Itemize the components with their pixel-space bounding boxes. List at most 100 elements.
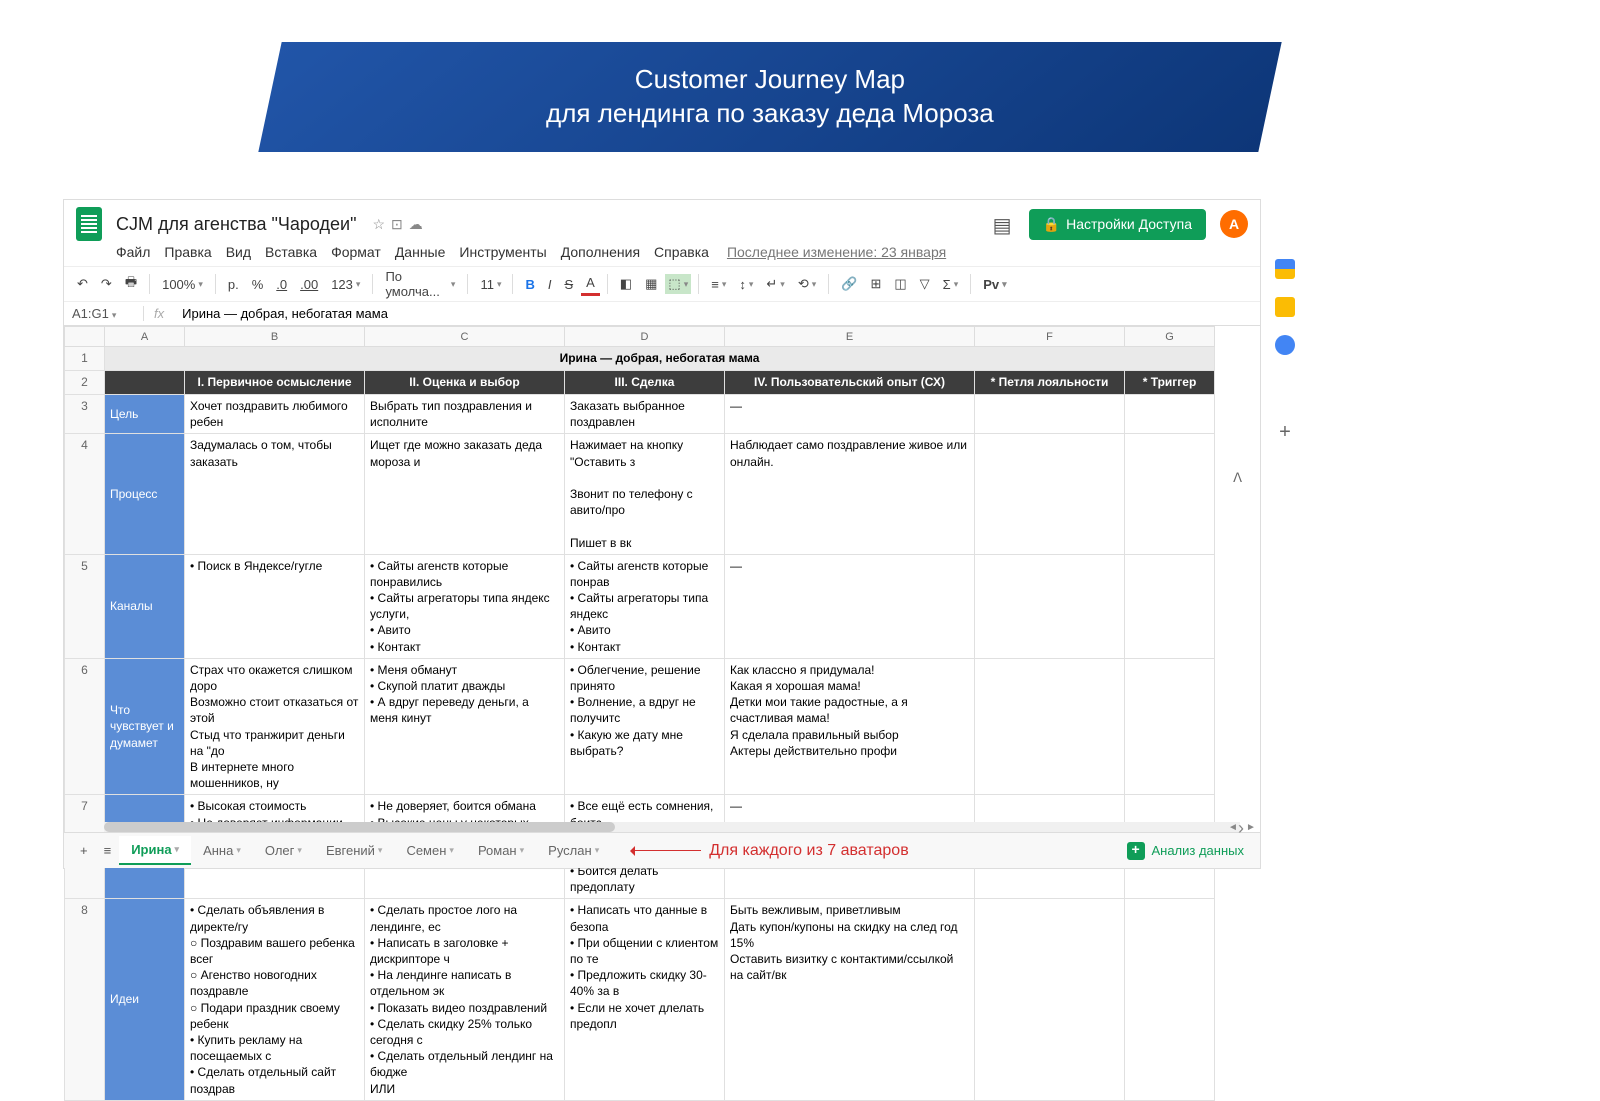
row-label[interactable]: Идеи [105, 899, 185, 1100]
document-title[interactable]: CJM для агенства "Чародеи" [116, 214, 356, 235]
sheet-tab-Олег[interactable]: Олег [253, 836, 314, 865]
cell[interactable]: Наблюдает само поздравление живое или он… [725, 434, 975, 554]
tabs-nav-right-icon[interactable]: › [1238, 818, 1260, 840]
cell[interactable] [1125, 899, 1215, 1100]
text-color-button[interactable]: A [581, 272, 600, 296]
italic-button[interactable]: I [543, 274, 557, 295]
sheet-tab-Руслан[interactable]: Руслан [536, 836, 611, 865]
sheets-logo-icon[interactable] [76, 207, 102, 241]
menu-help[interactable]: Справка [654, 244, 709, 260]
persona-title[interactable]: Ирина — добрая, небогатая мама [105, 347, 1215, 371]
menu-edit[interactable]: Правка [164, 244, 211, 260]
currency-button[interactable]: р. [223, 274, 244, 295]
sheet-tab-Ирина[interactable]: Ирина [119, 836, 191, 865]
menu-addons[interactable]: Дополнения [561, 244, 640, 260]
cell[interactable]: Быть вежливым, приветливым Дать купон/ку… [725, 899, 975, 1100]
cell[interactable] [975, 554, 1125, 658]
row-label[interactable]: Цель [105, 395, 185, 434]
cell[interactable]: Страх что окажется слишком доро Возможно… [185, 658, 365, 795]
cell[interactable]: • Меня обманут • Скупой платит дважды • … [365, 658, 565, 795]
cell[interactable] [1125, 554, 1215, 658]
cell[interactable]: • Поиск в Яндексе/гугле [185, 554, 365, 658]
cell[interactable]: Нажимает на кнопку "Оставить з Звонит по… [565, 434, 725, 554]
spreadsheet-grid[interactable]: ABCDEFG 1 Ирина — добрая, небогатая мама… [64, 326, 1260, 1101]
cloud-icon[interactable]: ☁ [409, 216, 423, 233]
cell[interactable]: Как классно я придумала! Какая я хорошая… [725, 658, 975, 795]
fill-color-icon[interactable]: ◧ [615, 273, 637, 295]
row-label[interactable]: Процесс [105, 434, 185, 554]
menu-insert[interactable]: Вставка [265, 244, 317, 260]
menu-format[interactable]: Формат [331, 244, 381, 260]
horizontal-scrollbar[interactable] [104, 822, 1240, 832]
add-addon-icon[interactable]: + [1279, 421, 1291, 444]
redo-icon[interactable]: ↷ [96, 273, 117, 295]
collapse-toolbar-icon[interactable]: ᐱ [1233, 470, 1242, 486]
cell[interactable] [1125, 658, 1215, 795]
cell[interactable]: Задумалась о том, чтобы заказать [185, 434, 365, 554]
comments-icon[interactable]: ▤ [993, 213, 1015, 235]
cell[interactable]: Хочет поздравить любимого ребен [185, 395, 365, 434]
print-icon[interactable]: 🖶 [120, 270, 142, 298]
cell[interactable] [1125, 395, 1215, 434]
increase-decimal-button[interactable]: .00 [295, 274, 323, 295]
name-box[interactable]: A1:G1 [64, 306, 144, 321]
comment-icon[interactable]: ⊞ [865, 273, 886, 295]
menu-view[interactable]: Вид [226, 244, 251, 260]
move-icon[interactable]: ⊡ [391, 216, 403, 233]
filter-icon[interactable]: ▽ [915, 273, 935, 295]
cell[interactable]: • Сайты агенств которые понрав • Сайты а… [565, 554, 725, 658]
star-icon[interactable]: ☆ [372, 216, 385, 233]
avatar[interactable]: A [1220, 210, 1248, 238]
undo-icon[interactable]: ↶ [72, 273, 93, 295]
cell[interactable]: • Сделать объявления в директе/гу ○ Позд… [185, 899, 365, 1100]
explore-button[interactable]: Pv [978, 274, 1011, 295]
cell[interactable] [1125, 434, 1215, 554]
font-select[interactable]: По умолча... [380, 266, 460, 302]
cell[interactable] [975, 395, 1125, 434]
chart-icon[interactable]: ◫ [889, 273, 911, 295]
merge-icon[interactable]: ⬚ [665, 274, 691, 294]
tasks-icon[interactable] [1275, 335, 1295, 355]
menu-data[interactable]: Данные [395, 244, 446, 260]
cell[interactable]: Ищет где можно заказать деда мороза и [365, 434, 565, 554]
row-label[interactable]: Что чувствует и думамет [105, 658, 185, 795]
cell[interactable] [975, 658, 1125, 795]
menu-tools[interactable]: Инструменты [459, 244, 546, 260]
zoom-select[interactable]: 100% [157, 274, 208, 295]
decrease-decimal-button[interactable]: .0 [271, 274, 292, 295]
cell[interactable]: Заказать выбранное поздравлен [565, 395, 725, 434]
column-headers[interactable]: ABCDEFG [65, 327, 1215, 347]
sheet-tab-Анна[interactable]: Анна [191, 836, 253, 865]
cell[interactable]: — [725, 395, 975, 434]
wrap-icon[interactable]: ↵ [761, 273, 789, 295]
sheet-tab-Роман[interactable]: Роман [466, 836, 536, 865]
formula-input[interactable]: Ирина — добрая, небогатая мама [174, 306, 1260, 321]
cell[interactable]: • Написать что данные в безопа • При общ… [565, 899, 725, 1100]
calendar-icon[interactable] [1275, 259, 1295, 279]
halign-icon[interactable]: ≡ [706, 274, 731, 295]
cell[interactable] [975, 899, 1125, 1100]
menu-file[interactable]: Файл [116, 244, 150, 260]
rotate-icon[interactable]: ⟲ [793, 273, 821, 295]
strike-button[interactable]: S [559, 274, 578, 295]
cell[interactable]: • Облегчение, решение принято • Волнение… [565, 658, 725, 795]
bold-button[interactable]: B [520, 274, 539, 295]
borders-icon[interactable]: ▦ [640, 273, 662, 295]
sheet-tab-Евгений[interactable]: Евгений [314, 836, 395, 865]
cell[interactable]: • Сайты агенств которые понравились • Са… [365, 554, 565, 658]
last-edit-link[interactable]: Последнее изменение: 23 января [727, 244, 946, 260]
cell[interactable]: • Сделать простое лого на лендинге, ес •… [365, 899, 565, 1100]
valign-icon[interactable]: ↕ [734, 274, 758, 295]
keep-icon[interactable] [1275, 297, 1295, 317]
functions-icon[interactable]: Σ [938, 274, 964, 295]
all-sheets-button[interactable]: ≡ [96, 839, 120, 862]
link-icon[interactable]: 🔗 [836, 273, 862, 295]
font-size-select[interactable]: 11 [475, 274, 505, 295]
share-button[interactable]: 🔒 Настройки Доступа [1029, 209, 1206, 240]
cell[interactable]: — [725, 554, 975, 658]
percent-button[interactable]: % [247, 274, 269, 295]
cell[interactable]: Выбрать тип поздравления и исполните [365, 395, 565, 434]
format-select[interactable]: 123 [326, 274, 365, 295]
row-label[interactable]: Каналы [105, 554, 185, 658]
sheet-tab-Семен[interactable]: Семен [394, 836, 466, 865]
